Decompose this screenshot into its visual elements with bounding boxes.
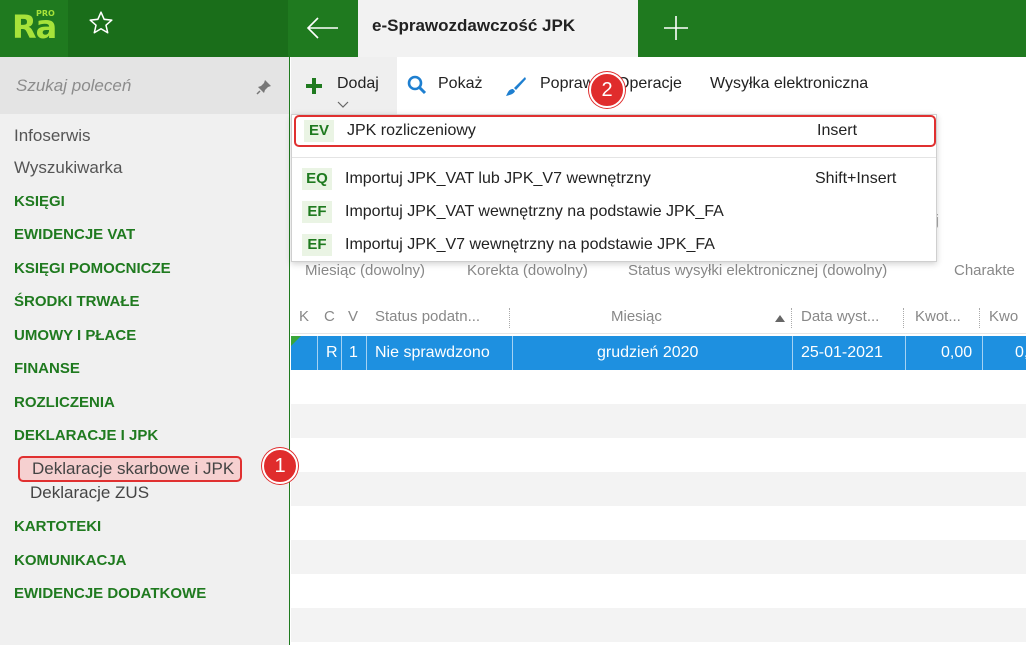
column-header-v[interactable]: V [348,308,358,325]
menu-item-code: EQ [302,168,332,190]
sidebar-item-ewidencje-vat[interactable]: EWIDENCJE VAT [14,226,135,243]
column-header-date[interactable]: Data wyst... [801,308,879,325]
chevron-down-icon [337,101,349,108]
new-tab-button[interactable] [650,0,702,57]
cell-month: grudzień 2020 [597,344,699,361]
cell-divider [905,336,906,370]
command-search[interactable]: Szukaj poleceń [0,57,289,114]
cell-date: 25-01-2021 [801,344,883,361]
logo-badge: PRO [36,9,55,18]
sidebar-item-ewidencje-dodatkowe[interactable]: EWIDENCJE DODATKOWE [14,585,206,602]
column-divider [979,308,980,328]
add-button[interactable]: Dodaj [291,57,397,114]
show-button[interactable]: Pokaż [438,75,482,93]
toolbar: Dodaj Pokaż Popraw Operacje Wysyłka elek… [291,57,1026,114]
filter-correction[interactable]: Korekta (dowolny) [467,262,588,279]
callout-badge-2: 2 [589,72,625,108]
sidebar-item-wyszukiwarka[interactable]: Wyszukiwarka [14,158,122,178]
menu-item-code: EF [302,201,332,223]
column-header-status[interactable]: Status podatn... [375,308,480,325]
brush-icon [506,77,526,96]
table-header: K C V Status podatn... Miesiąc Data wyst… [291,300,1026,334]
filter-character[interactable]: Charakte [954,262,1015,279]
add-dropdown-menu: EV JPK rozliczeniowy Insert EQ Importuj … [291,114,937,262]
search-input[interactable]: Szukaj poleceń [16,76,131,96]
column-divider [903,308,904,328]
cell-c: R [326,344,338,361]
column-header-amount2[interactable]: Kwo [989,308,1018,325]
menu-item-shortcut: Insert [817,122,858,139]
menu-item-label: Importuj JPK_V7 wewnętrzny na podstawie … [345,236,715,253]
column-header-c[interactable]: C [324,308,335,325]
cell-divider [341,336,342,370]
column-header-k[interactable]: K [299,308,309,325]
sidebar-item-deklaracje-skarbowe[interactable]: Deklaracje skarbowe i JPK [18,456,243,482]
tab-e-sprawozdawczosc-jpk[interactable]: e-Sprawozdawczość JPK [358,0,638,57]
filter-month[interactable]: Miesiąc (dowolny) [305,262,425,279]
menu-item-label: JPK rozliczeniowy [347,122,476,139]
callout-badge-1: 1 [262,448,298,484]
sidebar-item-komunikacja[interactable]: KOMUNIKACJA [14,552,127,569]
menu-item-shortcut: Shift+Insert [815,170,897,187]
cell-divider [317,336,318,370]
cell-v: 1 [349,344,358,361]
cell-divider [366,336,367,370]
empty-row [291,472,1026,506]
menu-item-label: Importuj JPK_VAT lub JPK_V7 wewnętrzny [345,170,651,187]
tab-title: e-Sprawozdawczość JPK [372,16,576,35]
sidebar-item-srodki-trwale[interactable]: ŚRODKI TRWAŁE [14,293,140,310]
pin-icon[interactable] [256,79,272,95]
sidebar-item-finanse[interactable]: FINANSE [14,360,80,377]
menu-item-jpk-rozliczeniowy[interactable]: EV JPK rozliczeniowy Insert [294,115,936,147]
sort-ascending-icon [775,315,785,322]
column-header-month[interactable]: Miesiąc [611,308,662,325]
cell-divider [792,336,793,370]
menu-item-import-jpk-v7-fa[interactable]: EF Importuj JPK_V7 wewnętrzny na podstaw… [292,229,938,261]
star-icon[interactable] [88,10,114,36]
row-marker-icon [291,336,301,346]
empty-row [291,540,1026,574]
menu-item-import-jpk-vat-fa[interactable]: EF Importuj JPK_VAT wewnętrzny na podsta… [292,196,938,228]
menu-item-code: EF [302,234,332,256]
sidebar-item-ksiegi-pomocnicze[interactable]: KSIĘGI POMOCNICZE [14,260,171,277]
send-electronic-button[interactable]: Wysyłka elektroniczna [710,75,868,93]
filter-send-status[interactable]: Status wysyłki elektronicznej (dowolny) [628,262,887,279]
sidebar-item-ksiegi[interactable]: KSIĘGI [14,193,65,210]
cell-divider [982,336,983,370]
plus-icon [664,16,688,40]
cell-divider [512,336,513,370]
sidebar-item-deklaracje-i-jpk[interactable]: DEKLARACJE I JPK [14,427,158,444]
favorites-area [68,0,288,57]
table-row[interactable]: R 1 Nie sprawdzono grudzień 2020 25-01-2… [291,336,1026,370]
sidebar: Szukaj poleceń Infoserwis Wyszukiwarka K… [0,57,290,645]
sidebar-item-kartoteki[interactable]: KARTOTEKI [14,518,101,535]
add-button-label: Dodaj [337,75,379,92]
arrow-left-icon [306,17,338,39]
plus-icon [306,78,322,94]
search-icon [407,75,427,95]
cell-amount2: 0, [1015,344,1026,361]
cell-status: Nie sprawdzono [375,344,490,361]
menu-item-label: Importuj JPK_VAT wewnętrzny na podstawie… [345,203,724,220]
column-divider [509,308,510,328]
empty-row [291,404,1026,438]
menu-separator [292,157,936,158]
cell-amount1: 0,00 [941,344,973,361]
menu-item-code: EV [304,120,334,142]
column-header-amount1[interactable]: Kwot... [915,308,961,325]
sidebar-item-umowy-i-place[interactable]: UMOWY I PŁACE [14,327,136,344]
sidebar-item-rozliczenia[interactable]: ROZLICZENIA [14,394,115,411]
back-button[interactable] [290,0,358,57]
app-logo[interactable]: Ra PRO [0,0,68,57]
edit-button[interactable]: Popraw [540,75,594,93]
menu-item-import-jpk-vat-v7[interactable]: EQ Importuj JPK_VAT lub JPK_V7 wewnętrzn… [292,163,938,195]
sidebar-item-deklaracje-zus[interactable]: Deklaracje ZUS [30,483,149,503]
sidebar-item-infoserwis[interactable]: Infoserwis [14,126,91,146]
operations-button[interactable]: Operacje [617,75,682,93]
empty-row [291,608,1026,642]
column-divider [791,308,792,328]
top-bar: Ra PRO e-Sprawozdawczość JPK [0,0,1026,57]
